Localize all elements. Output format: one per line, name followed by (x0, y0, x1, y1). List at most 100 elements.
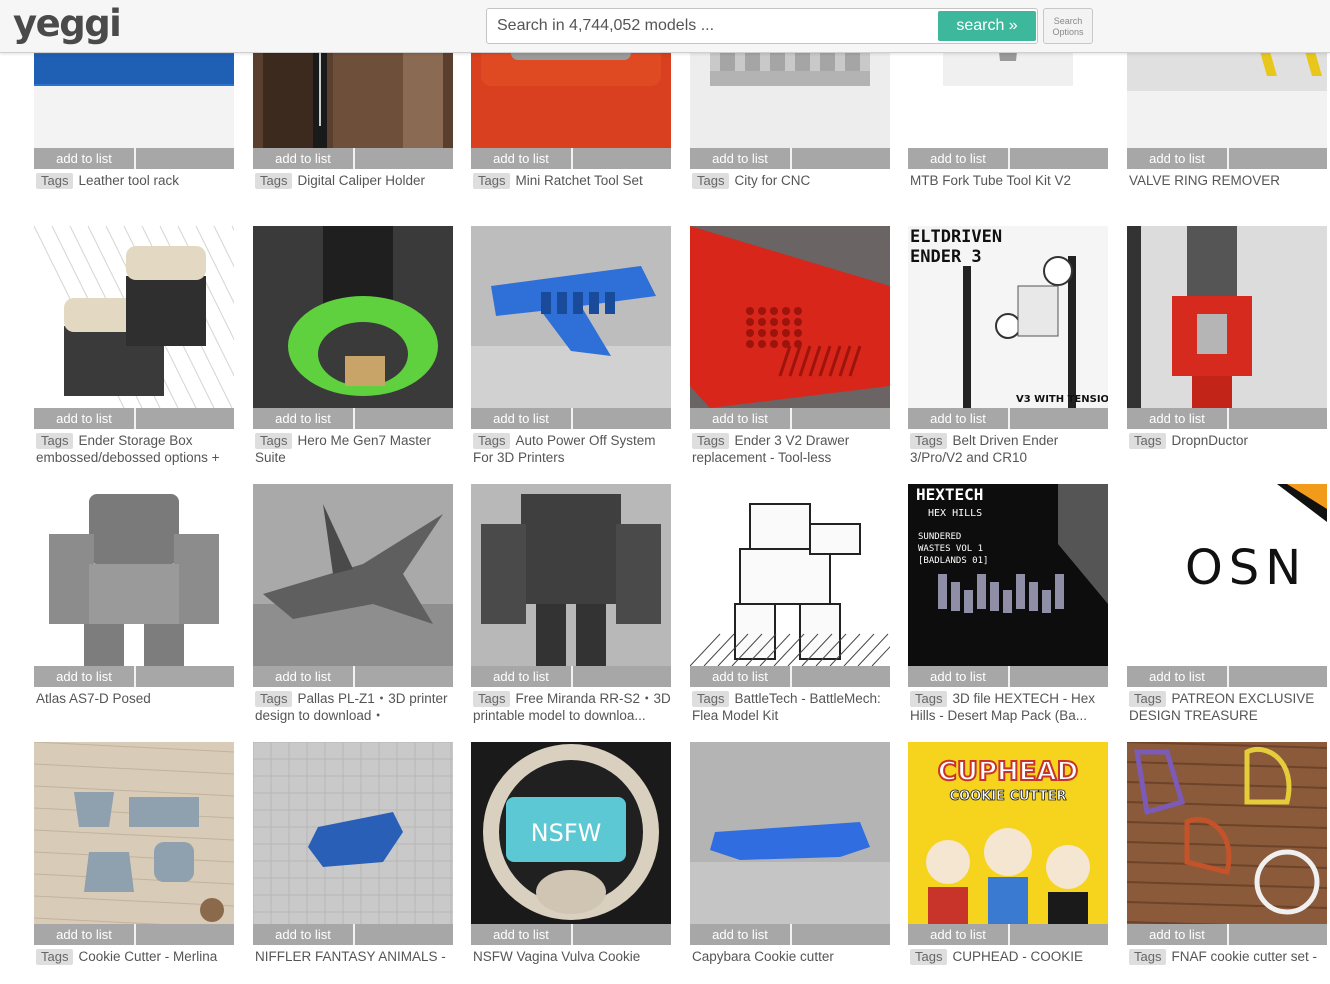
model-title-link[interactable]: Leather tool rack (78, 173, 179, 188)
model-title-link[interactable]: City for CNC (734, 173, 810, 188)
model-title-link[interactable]: CUPHEAD - COOKIE (952, 949, 1083, 964)
model-title-link[interactable]: Digital Caliper Holder (297, 173, 425, 188)
model-title-link[interactable]: Mini Ratchet Tool Set (515, 173, 642, 188)
tags-badge[interactable]: Tags (255, 691, 293, 707)
model-thumbnail[interactable] (253, 226, 453, 408)
model-thumbnail[interactable] (471, 484, 671, 666)
model-card[interactable]: add to list Tags DropnDuctor (1127, 226, 1327, 461)
model-thumbnail[interactable]: OSN (1127, 484, 1327, 666)
tags-badge[interactable]: Tags (36, 173, 74, 189)
add-to-list-button[interactable]: add to list (690, 666, 790, 687)
tags-badge[interactable]: Tags (255, 173, 293, 189)
model-card[interactable]: NSFW add to list NSFW Vagina Vulva Cookie (471, 742, 671, 977)
model-caption: Tags Digital Caliper Holder (255, 172, 453, 208)
search-button[interactable]: search » (938, 11, 1036, 41)
search-input[interactable] (497, 9, 927, 43)
model-card[interactable]: OSN add to list Tags PATREON EXCLUSIVE DESI… (1127, 484, 1327, 723)
tags-badge[interactable]: Tags (1129, 433, 1167, 449)
model-title-link[interactable]: MTB Fork Tube Tool Kit V2 (910, 173, 1071, 188)
model-title-link[interactable]: Capybara Cookie cutter (692, 949, 834, 964)
add-to-list-button[interactable]: add to list (253, 148, 353, 169)
model-thumbnail[interactable] (690, 742, 890, 924)
model-thumbnail[interactable] (1127, 742, 1327, 924)
model-title-link[interactable]: NSFW Vagina Vulva Cookie (473, 949, 640, 964)
add-to-list-button[interactable]: add to list (34, 666, 134, 687)
model-card[interactable]: add to list Tags Cookie Cutter - Merlina (34, 742, 234, 977)
add-to-list-button[interactable]: add to list (1127, 924, 1227, 945)
tags-badge[interactable]: Tags (473, 691, 511, 707)
tags-badge[interactable]: Tags (910, 433, 948, 449)
add-to-list-button[interactable]: add to list (908, 408, 1008, 429)
model-title-link[interactable]: NIFFLER FANTASY ANIMALS - (255, 949, 446, 964)
add-to-list-button[interactable]: add to list (1127, 666, 1227, 687)
model-thumbnail[interactable]: NSFW (471, 742, 671, 924)
model-thumbnail[interactable] (690, 226, 890, 408)
model-thumbnail[interactable]: ELTDRIVEN ENDER 3 V3 WITH TENSION (908, 226, 1108, 408)
model-card[interactable]: add to list Tags Auto Power Off System For… (471, 226, 671, 465)
model-card[interactable]: HEXTECH HEX HILLS SUNDERED WASTES VOL 1 [BAD… (908, 484, 1108, 723)
model-title-link[interactable]: Cookie Cutter - Merlina (78, 949, 217, 964)
tags-badge[interactable]: Tags (692, 173, 730, 189)
add-to-list-button[interactable]: add to list (908, 924, 1008, 945)
model-title-link[interactable]: Atlas AS7-D Posed (36, 691, 151, 706)
model-thumbnail[interactable] (253, 484, 453, 666)
thumb-text-1: ELTDRIVEN (910, 227, 1002, 247)
add-to-list-bar: add to list (690, 666, 890, 687)
add-to-list-button[interactable]: add to list (471, 666, 571, 687)
add-to-list-button[interactable]: add to list (34, 408, 134, 429)
add-to-list-button[interactable]: add to list (690, 924, 790, 945)
site-logo[interactable]: yeggi (13, 2, 122, 46)
model-card[interactable]: add to list Tags Ender 3 V2 Drawer replace… (690, 226, 890, 465)
add-to-list-button[interactable]: add to list (690, 148, 790, 169)
model-thumbnail[interactable]: HEXTECH HEX HILLS SUNDERED WASTES VOL 1 [BAD… (908, 484, 1108, 666)
add-to-list-button[interactable]: add to list (1127, 408, 1227, 429)
model-card[interactable]: add to list Tags Ender Storage Box embosse… (34, 226, 234, 465)
model-card[interactable]: add to list Tags FNAF cookie cutter set - (1127, 742, 1327, 977)
add-to-list-button[interactable]: add to list (34, 924, 134, 945)
model-thumbnail[interactable] (471, 226, 671, 408)
model-caption: Tags Ender 3 V2 Drawer replacement - Tool… (692, 432, 890, 468)
model-thumbnail[interactable]: CUPHEAD COOKIE CUTTER (908, 742, 1108, 924)
model-card[interactable]: add to list Tags Hero Me Gen7 Master Suite (253, 226, 453, 465)
tags-badge[interactable]: Tags (36, 433, 74, 449)
model-card[interactable]: add to list Atlas AS7-D Posed (34, 484, 234, 719)
tags-badge[interactable]: Tags (473, 433, 511, 449)
model-card[interactable]: add to list Tags Free Miranda RR-S2・3D pri… (471, 484, 671, 723)
add-to-list-button[interactable]: add to list (690, 408, 790, 429)
search-options-label-2: Options (1052, 27, 1084, 37)
add-to-list-button[interactable]: add to list (253, 408, 353, 429)
tags-badge[interactable]: Tags (255, 433, 293, 449)
add-to-list-button[interactable]: add to list (253, 666, 353, 687)
tags-badge[interactable]: Tags (1129, 691, 1167, 707)
model-thumbnail[interactable] (1127, 226, 1327, 408)
model-title-link[interactable]: DropnDuctor (1171, 433, 1248, 448)
model-card[interactable]: ELTDRIVEN ENDER 3 V3 WITH TENSION add to li… (908, 226, 1108, 465)
model-card[interactable]: add to list Tags BattleTech - BattleMech: … (690, 484, 890, 723)
tags-badge[interactable]: Tags (692, 433, 730, 449)
tags-badge[interactable]: Tags (910, 691, 948, 707)
add-to-list-button[interactable]: add to list (1127, 148, 1227, 169)
model-title-link[interactable]: FNAF cookie cutter set - (1171, 949, 1317, 964)
search-options-button[interactable]: Search Options (1043, 8, 1093, 44)
model-thumbnail[interactable] (253, 742, 453, 924)
model-thumbnail[interactable] (690, 484, 890, 666)
model-title-link[interactable]: VALVE RING REMOVER (1129, 173, 1280, 188)
add-to-list-button[interactable]: add to list (471, 924, 571, 945)
model-card[interactable]: CUPHEAD COOKIE CUTTER add to list Tags CUPHE… (908, 742, 1108, 977)
tags-badge[interactable]: Tags (473, 173, 511, 189)
tags-badge[interactable]: Tags (692, 691, 730, 707)
model-thumbnail[interactable] (34, 226, 234, 408)
thumb-text-1: NSFW (531, 819, 602, 847)
add-to-list-button[interactable]: add to list (253, 924, 353, 945)
add-to-list-button[interactable]: add to list (471, 408, 571, 429)
add-to-list-button[interactable]: add to list (908, 666, 1008, 687)
add-to-list-button[interactable]: add to list (34, 148, 134, 169)
model-card[interactable]: add to list NIFFLER FANTASY ANIMALS - (253, 742, 453, 977)
add-bar-divider (790, 408, 792, 429)
add-to-list-button[interactable]: add to list (471, 148, 571, 169)
model-card[interactable]: add to list Tags Pallas PL-Z1・3D printer d… (253, 484, 453, 723)
model-card[interactable]: add to list Capybara Cookie cutter (690, 742, 890, 977)
add-to-list-button[interactable]: add to list (908, 148, 1008, 169)
model-thumbnail[interactable] (34, 742, 234, 924)
model-thumbnail[interactable] (34, 484, 234, 666)
